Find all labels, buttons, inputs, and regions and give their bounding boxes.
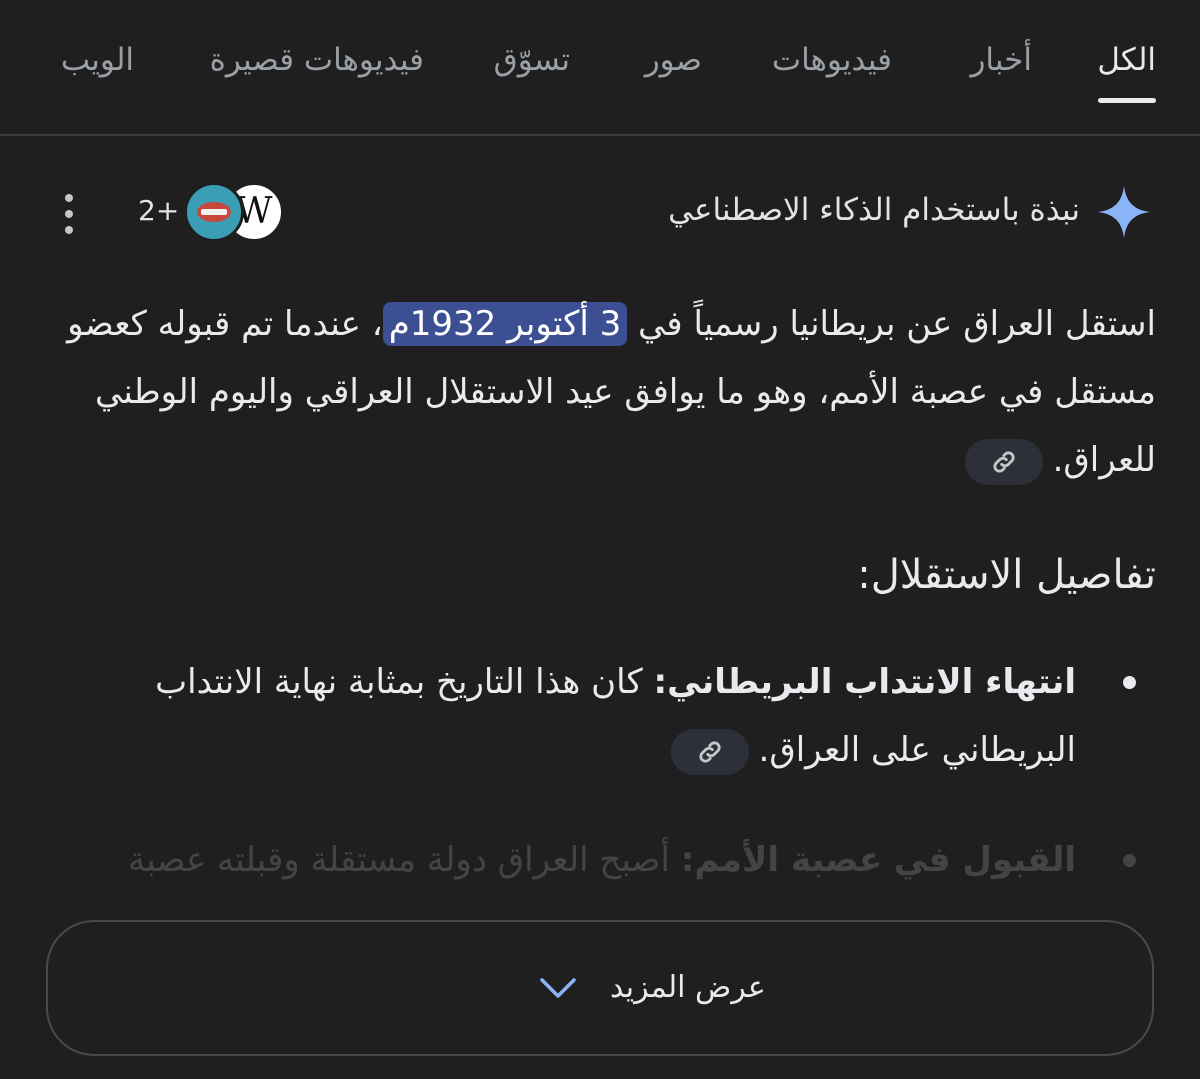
ai-summary-paragraph: استقل العراق عن بريطانيا رسمياً في 3 أكت… — [46, 290, 1156, 494]
show-more-label: عرض المزيد — [610, 970, 766, 1005]
ai-overview-title: نبذة باستخدام الذكاء الاصطناعي — [668, 192, 1080, 228]
list-item-title: انتهاء الانتداب البريطاني: — [653, 662, 1076, 702]
search-tabs: الكل أخبار فيديوهات صور تسوّق فيديوهات ق… — [0, 0, 1200, 136]
more-sources-count[interactable]: 2+ — [138, 194, 179, 227]
tab-shopping[interactable]: تسوّق — [494, 42, 570, 78]
tab-videos[interactable]: فيديوهات — [772, 42, 892, 78]
highlighted-date: 3 أكتوبر 1932م — [382, 302, 628, 346]
show-more-button[interactable]: عرض المزيد — [46, 920, 1154, 1056]
source-avatar[interactable] — [184, 182, 244, 242]
tab-images[interactable]: صور — [645, 42, 702, 78]
list-item: انتهاء الانتداب البريطاني: كان هذا التار… — [96, 648, 1076, 784]
chevron-down-icon — [540, 978, 576, 998]
bullet-dot — [1123, 854, 1136, 867]
details-heading: تفاصيل الاستقلال: — [857, 552, 1156, 598]
active-tab-indicator — [1098, 98, 1156, 103]
sparkle-icon — [1098, 186, 1150, 238]
list-item: القبول في عصبة الأمم: أصبح العراق دولة م… — [96, 826, 1076, 896]
tab-short-videos[interactable]: فيديوهات قصيرة — [210, 42, 424, 78]
tab-all[interactable]: الكل — [1097, 42, 1156, 78]
bullet-dot — [1123, 676, 1136, 689]
ai-overview-header: نبذة باستخدام الذكاء الاصطناعي W 2+ — [0, 170, 1200, 260]
list-item-text: أصبح العراق دولة مستقلة وقبلته عصبة — [127, 840, 681, 880]
tab-news[interactable]: أخبار — [970, 42, 1032, 78]
more-options-icon[interactable] — [58, 192, 80, 236]
source-link-button[interactable] — [964, 438, 1043, 485]
link-icon — [993, 450, 1015, 473]
tab-web[interactable]: الويب — [61, 42, 134, 78]
summary-text-start: استقل العراق عن بريطانيا رسمياً في — [627, 304, 1156, 344]
link-icon — [698, 740, 721, 763]
source-link-button[interactable] — [670, 728, 749, 775]
list-item-title: القبول في عصبة الأمم: — [680, 840, 1076, 880]
